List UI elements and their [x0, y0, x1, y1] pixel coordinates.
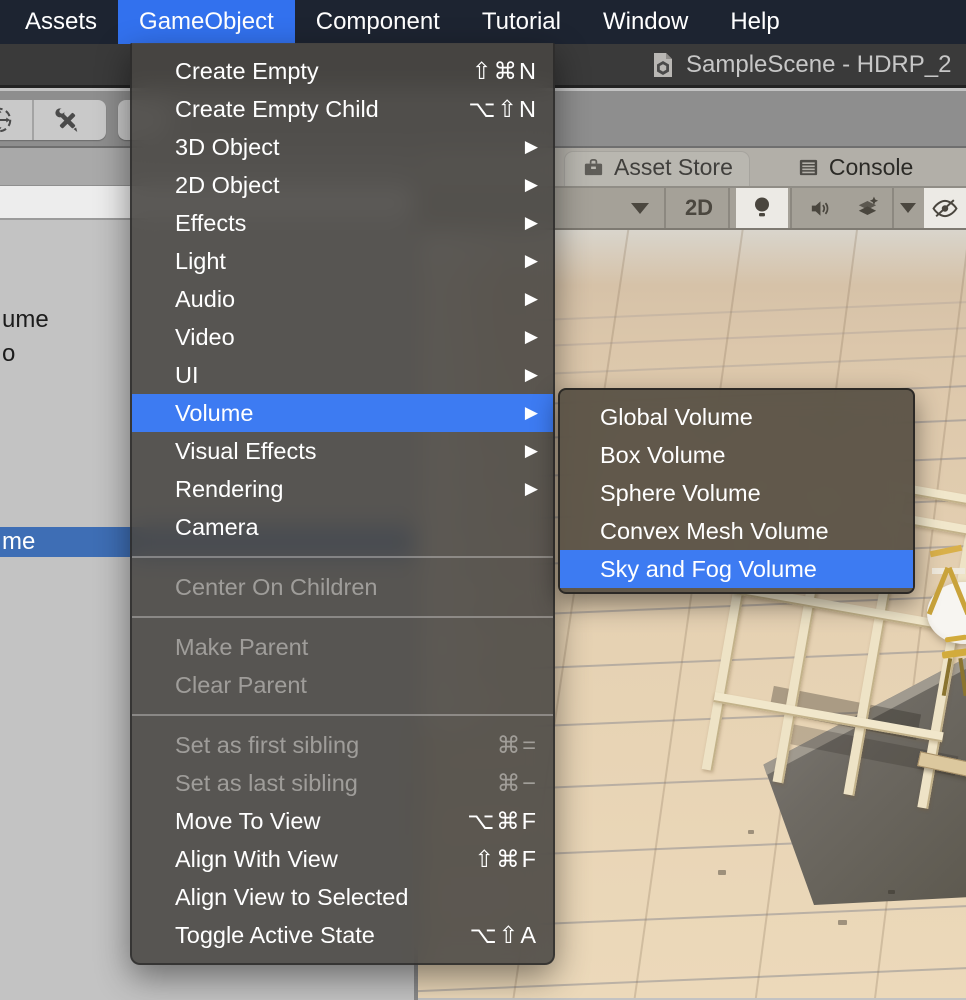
- menu-item-make-parent: Make Parent: [132, 628, 553, 666]
- menu-item-visual-effects[interactable]: Visual Effects ▶: [132, 432, 553, 470]
- tab-console[interactable]: Console: [793, 148, 917, 186]
- move-tool-icon: [0, 105, 14, 135]
- menu-item-align-with-view[interactable]: Align With View ⇧⌘F: [132, 840, 553, 878]
- menu-item-audio[interactable]: Audio ▶: [132, 280, 553, 318]
- menubar-item-tutorial[interactable]: Tutorial: [461, 0, 582, 44]
- menubar-item-component[interactable]: Component: [295, 0, 461, 44]
- console-icon: [797, 156, 820, 179]
- asset-store-tab-shape: [564, 151, 750, 186]
- wrench-pencil-icon: [52, 105, 82, 135]
- unity-editor-window: { "menubar": { "items": [ { "label": "As…: [0, 0, 966, 1000]
- macos-menubar: Assets GameObject Component Tutorial Win…: [0, 0, 966, 44]
- submenu-arrow-icon: ▶: [525, 289, 538, 309]
- chevron-down-icon: [900, 203, 916, 213]
- chevron-down-icon: [631, 203, 649, 214]
- gizmo-dropdown-button[interactable]: [622, 188, 658, 228]
- effects-toggle-button[interactable]: [846, 188, 890, 228]
- submenu-arrow-icon: ▶: [525, 251, 538, 271]
- audio-toggle-button[interactable]: [796, 188, 842, 228]
- menu-item-create-empty-child[interactable]: Create Empty Child ⌥⇧N: [132, 90, 553, 128]
- menubar-item-assets[interactable]: Assets: [4, 0, 118, 44]
- submenu-item-sphere-volume[interactable]: Sphere Volume: [560, 474, 913, 512]
- submenu-arrow-icon: ▶: [525, 327, 538, 347]
- menu-item-toggle-active-state[interactable]: Toggle Active State ⌥⇧A: [132, 916, 553, 954]
- move-tool-button[interactable]: [0, 100, 32, 140]
- menu-item-ui[interactable]: UI ▶: [132, 356, 553, 394]
- menubar-item-gameobject[interactable]: GameObject: [118, 0, 295, 44]
- submenu-arrow-icon: ▶: [525, 137, 538, 157]
- hierarchy-item-fragment[interactable]: ume: [2, 306, 49, 334]
- submenu-arrow-icon: ▶: [525, 479, 538, 499]
- submenu-item-convex-mesh-volume[interactable]: Convex Mesh Volume: [560, 512, 913, 550]
- unity-scene-file-icon: [650, 51, 676, 79]
- menu-separator: [132, 556, 553, 558]
- submenu-arrow-icon: ▶: [525, 441, 538, 461]
- window-title: SampleScene - HDRP_2: [686, 51, 951, 79]
- visibility-toggle-button[interactable]: [924, 188, 966, 228]
- submenu-arrow-icon: ▶: [525, 365, 538, 385]
- menu-item-2d-object[interactable]: 2D Object ▶: [132, 166, 553, 204]
- menu-item-center-on-children: Center On Children: [132, 568, 553, 606]
- menu-item-light[interactable]: Light ▶: [132, 242, 553, 280]
- layers-sparkle-icon: [855, 195, 881, 221]
- 2d-toggle-button[interactable]: 2D: [672, 188, 726, 228]
- submenu-arrow-icon: ▶: [525, 403, 538, 423]
- menu-item-3d-object[interactable]: 3D Object ▶: [132, 128, 553, 166]
- submenu-arrow-icon: ▶: [525, 213, 538, 233]
- menu-item-set-first-sibling: Set as first sibling ⌘=: [132, 726, 553, 764]
- custom-tools-button[interactable]: [34, 100, 100, 140]
- menu-item-video[interactable]: Video ▶: [132, 318, 553, 356]
- menu-item-effects[interactable]: Effects ▶: [132, 204, 553, 242]
- submenu-item-box-volume[interactable]: Box Volume: [560, 436, 913, 474]
- menu-item-camera[interactable]: Camera: [132, 508, 553, 546]
- menu-item-create-empty[interactable]: Create Empty ⇧⌘N: [132, 52, 553, 90]
- menu-item-rendering[interactable]: Rendering ▶: [132, 470, 553, 508]
- lightbulb-icon: [752, 195, 772, 221]
- menu-item-volume[interactable]: Volume ▶: [132, 394, 553, 432]
- submenu-item-sky-and-fog-volume[interactable]: Sky and Fog Volume: [560, 550, 913, 588]
- hierarchy-item-fragment[interactable]: o: [2, 340, 15, 368]
- menu-item-clear-parent: Clear Parent: [132, 666, 553, 704]
- submenu-item-global-volume[interactable]: Global Volume: [560, 398, 913, 436]
- eye-slash-icon: [930, 196, 960, 221]
- menu-item-align-view-to-selected[interactable]: Align View to Selected: [132, 878, 553, 916]
- menu-separator: [132, 714, 553, 716]
- gameobject-menu: Create Empty ⇧⌘N Create Empty Child ⌥⇧N …: [130, 43, 555, 965]
- menu-separator: [132, 616, 553, 618]
- speaker-icon: [807, 197, 832, 220]
- submenu-arrow-icon: ▶: [525, 175, 538, 195]
- menubar-item-window[interactable]: Window: [582, 0, 709, 44]
- menubar-item-help[interactable]: Help: [709, 0, 800, 44]
- lighting-toggle-button[interactable]: [736, 188, 788, 228]
- menu-item-set-last-sibling: Set as last sibling ⌘−: [132, 764, 553, 802]
- effects-dropdown-button[interactable]: [894, 188, 922, 228]
- menu-item-move-to-view[interactable]: Move To View ⌥⌘F: [132, 802, 553, 840]
- volume-submenu: Global Volume Box Volume Sphere Volume C…: [558, 388, 915, 594]
